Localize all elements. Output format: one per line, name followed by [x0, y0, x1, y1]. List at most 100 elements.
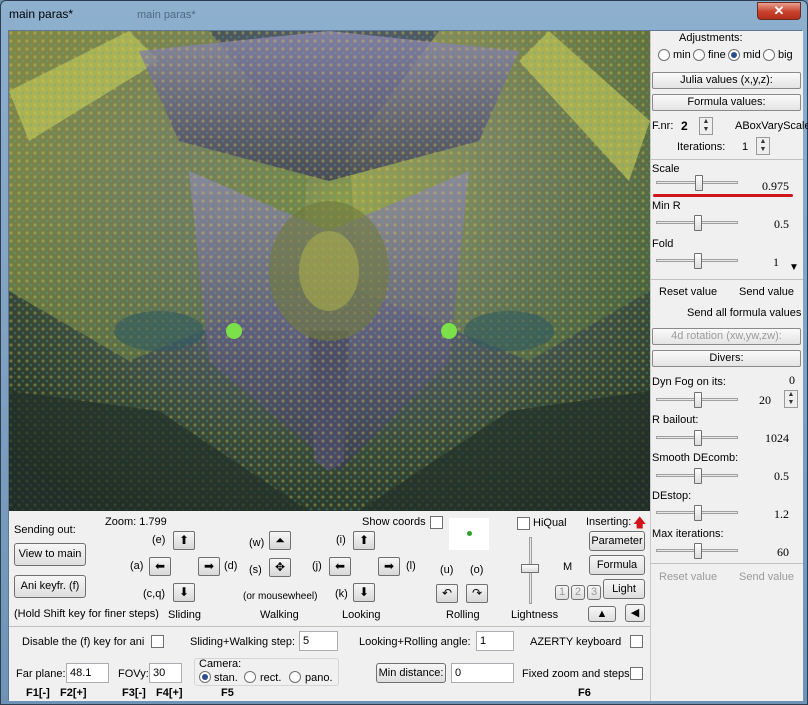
send-all-formula-values-button[interactable]: Send all formula values: [687, 307, 801, 319]
formula-values-button[interactable]: Formula values:: [652, 94, 801, 111]
look-down-button[interactable]: ⬇: [353, 583, 375, 602]
maxiterations-slider-thumb[interactable]: [694, 543, 702, 559]
hold-shift-hint: (Hold Shift key for finer steps): [14, 608, 159, 620]
more-params-down-icon[interactable]: ▼: [789, 262, 799, 273]
lightness-slider-thumb[interactable]: [521, 564, 539, 573]
sliding-step-input[interactable]: 5: [299, 631, 338, 651]
f6-label: F6: [578, 687, 591, 699]
f2-label: F2[+]: [60, 687, 87, 699]
formula-button[interactable]: Formula: [589, 555, 645, 575]
walk-forward-button[interactable]: ⏶: [269, 531, 291, 550]
slide-up-button[interactable]: ⬆: [173, 531, 195, 550]
camera-standard-label: stan.: [214, 672, 238, 684]
view-to-main-button[interactable]: View to main: [14, 543, 86, 566]
slide-right-button[interactable]: ➡: [198, 557, 220, 576]
look-right-button[interactable]: ➡: [378, 557, 400, 576]
close-button[interactable]: ✕: [757, 2, 801, 20]
preset-1-button[interactable]: 1: [555, 585, 569, 600]
min-distance-input[interactable]: 0: [451, 663, 514, 683]
f4-label: F4[+]: [156, 687, 183, 699]
fold-slider-thumb[interactable]: [694, 253, 702, 269]
far-plane-input[interactable]: 48.1: [66, 663, 109, 683]
rbailout-slider-thumb[interactable]: [694, 430, 702, 446]
min-distance-button[interactable]: Min distance:: [376, 663, 446, 683]
smoothdecomb-slider-thumb[interactable]: [694, 468, 702, 484]
send-value-divers-button[interactable]: Send value: [739, 571, 794, 583]
divers-maxiterations-label: Max iterations:: [652, 528, 724, 540]
show-coords-checkbox[interactable]: [430, 516, 443, 529]
key-a-label: (a): [130, 560, 144, 572]
dynfog-spinner[interactable]: ▲ ▼: [784, 390, 798, 408]
hiqual-checkbox[interactable]: [517, 517, 530, 530]
fixed-zoom-checkbox[interactable]: [630, 667, 643, 680]
reset-value-button[interactable]: Reset value: [659, 286, 717, 298]
azerty-label: AZERTY keyboard: [530, 636, 622, 648]
azerty-checkbox[interactable]: [630, 635, 643, 648]
triangle-left-icon: ◀: [630, 607, 640, 619]
minr-slider-thumb[interactable]: [694, 215, 702, 231]
adjust-big-label: big: [778, 49, 793, 61]
divers-smoothdecomb-value: 0.5: [774, 469, 789, 483]
fnr-spinner[interactable]: ▲ ▼: [699, 117, 713, 135]
roll-left-button[interactable]: ↶: [436, 584, 458, 603]
arrow-up-icon: ⬆: [358, 533, 370, 547]
spin-up-icon: ▲: [759, 138, 767, 145]
iterations-spinner[interactable]: ▲ ▼: [756, 137, 770, 155]
adjust-big-radio[interactable]: [763, 49, 775, 61]
coords-preview: [449, 518, 489, 550]
fractal-render-view[interactable]: [9, 31, 650, 511]
group-looking-label: Looking: [342, 609, 381, 621]
camera-rect-radio[interactable]: [244, 671, 256, 683]
camera-rect-label: rect.: [260, 672, 282, 684]
look-up-button[interactable]: ⬆: [353, 531, 375, 550]
divers-smoothdecomb-label: Smooth DEcomb:: [652, 452, 739, 464]
adjustments-label: Adjustments:: [679, 32, 743, 44]
zoom-readout: Zoom: 1.799: [105, 516, 167, 528]
fovy-input[interactable]: 30: [149, 663, 182, 683]
hiqual-label: HiQual: [533, 517, 567, 529]
reset-value-divers-button[interactable]: Reset value: [659, 571, 717, 583]
arrow-up-icon: ⬆: [178, 533, 190, 547]
adjust-min-radio[interactable]: [658, 49, 670, 61]
divers-button[interactable]: Divers:: [652, 350, 801, 367]
rotate-left-icon: ↶: [441, 586, 453, 600]
send-value-button[interactable]: Send value: [739, 286, 794, 298]
dynfog-slider-thumb[interactable]: [694, 392, 702, 408]
spin-down-icon: ▼: [702, 126, 710, 133]
preset-2-button[interactable]: 2: [571, 585, 585, 600]
adjust-fine-radio[interactable]: [693, 49, 705, 61]
title-bar[interactable]: main paras* main paras* ✕: [1, 1, 807, 27]
walk-backward-button[interactable]: ✥: [269, 558, 291, 577]
slide-left-button[interactable]: ⬅: [149, 557, 171, 576]
preset-3-button[interactable]: 3: [587, 585, 601, 600]
sliding-step-label: Sliding+Walking step:: [190, 636, 296, 648]
adjust-mid-radio[interactable]: [728, 49, 740, 61]
look-left-button[interactable]: ⬅: [329, 557, 351, 576]
arrow-down-icon: ⬇: [358, 585, 370, 599]
camera-standard-radio[interactable]: [199, 671, 211, 683]
arrow-left-icon: ⬅: [334, 559, 346, 573]
key-cq-label: (c,q): [143, 588, 165, 600]
fnr-value: 2: [681, 119, 688, 133]
roll-right-button[interactable]: ↷: [466, 584, 488, 603]
group-lightness-label: Lightness: [511, 609, 559, 621]
4d-rotation-button[interactable]: 4d rotation (xw,yw,zw):: [652, 328, 801, 345]
light-button[interactable]: Light: [603, 579, 645, 599]
parameter-button[interactable]: Parameter: [589, 531, 645, 551]
destop-slider-thumb[interactable]: [694, 505, 702, 521]
ani-keyframe-button[interactable]: Ani keyfr. (f): [14, 575, 86, 598]
looking-angle-input[interactable]: 1: [476, 631, 514, 651]
scale-slider-thumb[interactable]: [695, 175, 703, 191]
julia-values-button[interactable]: Julia values (x,y,z):: [652, 72, 801, 89]
slide-down-button[interactable]: ⬇: [173, 583, 195, 602]
walk-forward-icon: ⏶: [275, 533, 285, 547]
navigation-controls: Sending out: View to main Ani keyfr. (f)…: [9, 513, 650, 701]
camera-pano-radio[interactable]: [289, 671, 301, 683]
scale-highlight-underline: [653, 194, 793, 197]
expand-up-button[interactable]: ▲: [588, 606, 616, 622]
disable-f-checkbox[interactable]: [151, 635, 164, 648]
spin-down-icon: ▼: [759, 146, 767, 153]
collapse-side-button[interactable]: ◀: [625, 604, 645, 622]
camera-label: Camera:: [199, 658, 242, 670]
mousewheel-hint: (or mousewheel): [243, 591, 318, 602]
